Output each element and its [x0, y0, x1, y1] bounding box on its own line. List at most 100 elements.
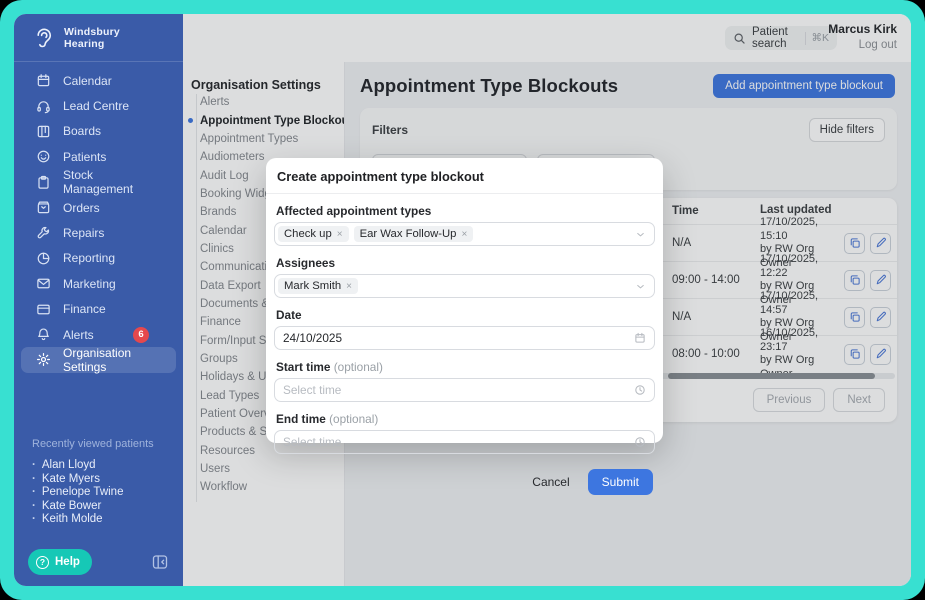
- submit-button[interactable]: Submit: [587, 469, 653, 495]
- remove-tag-icon[interactable]: ×: [337, 229, 343, 240]
- gear-icon: [36, 352, 51, 367]
- clock-icon: [634, 384, 646, 396]
- sidebar-item-label: Reporting: [63, 251, 116, 266]
- patient-name: Kate Bower: [41, 499, 102, 512]
- sidebar-item-alerts[interactable]: Alerts 6: [14, 322, 175, 347]
- start-time-label: Start time (optional): [276, 360, 653, 374]
- sidebar-item-boards[interactable]: Boards: [14, 119, 175, 144]
- chevron-down-icon: [635, 281, 646, 292]
- brand-line2: Hearing: [64, 37, 105, 50]
- box-icon: [36, 200, 51, 215]
- tag-label: Ear Wax Follow-Up: [359, 228, 457, 240]
- optional-hint: (optional): [329, 412, 379, 426]
- label-text: End time: [276, 412, 326, 426]
- sidebar-item-repairs[interactable]: Repairs: [14, 220, 175, 245]
- end-time-label: End time (optional): [276, 412, 653, 426]
- patient-name: Penelope Twine: [41, 486, 124, 498]
- modal-divider: [266, 193, 663, 194]
- modal-title: Create appointment type blockout: [277, 169, 484, 184]
- smiley-icon: [36, 149, 51, 164]
- start-time-input[interactable]: Select time: [274, 378, 655, 402]
- label-text: Affected appointment types: [276, 204, 432, 218]
- sidebar-item-stock-management[interactable]: Stock Management: [14, 168, 175, 197]
- label-text: Assignees: [276, 256, 336, 270]
- patient-name: Kate Myers: [41, 472, 101, 485]
- sidebar-item-organisation-settings[interactable]: Organisation Settings: [21, 346, 176, 374]
- pie-chart-icon: [36, 251, 51, 266]
- credit-card-icon: [36, 302, 51, 317]
- tag-label: Mark Smith: [284, 280, 342, 292]
- modal-footer: Cancel Submit: [274, 469, 655, 495]
- date-input[interactable]: 24/10/2025: [274, 326, 655, 350]
- remove-tag-icon[interactable]: ×: [346, 281, 352, 292]
- clipboard-icon: [36, 175, 51, 190]
- label-text: Date: [276, 308, 302, 322]
- sidebar-item-label: Alerts: [63, 327, 94, 342]
- wrench-icon: [36, 226, 51, 241]
- start-time-placeholder: Select time: [283, 383, 342, 397]
- recent-patient-link[interactable]: Penelope Twine: [32, 486, 165, 500]
- end-time-placeholder: Select time: [283, 435, 342, 449]
- cancel-button[interactable]: Cancel: [532, 475, 569, 489]
- sidebar-item-lead-centre[interactable]: Lead Centre: [14, 93, 175, 118]
- recent-patient-link[interactable]: Kate Myers: [32, 473, 165, 487]
- patient-name: Alan Lloyd: [41, 459, 96, 471]
- selected-tag: Ear Wax Follow-Up ×: [353, 226, 474, 242]
- label-text: Start time: [276, 360, 331, 374]
- chevron-down-icon: [635, 229, 646, 240]
- brand-name: Windsbury Hearing: [64, 26, 120, 50]
- selected-tag: Mark Smith ×: [278, 278, 358, 294]
- assignees-label: Assignees: [276, 256, 653, 270]
- recently-viewed-patients: Recently viewed patients Alan Lloyd Kate…: [14, 438, 183, 527]
- sidebar-item-label: Stock Management: [63, 168, 134, 197]
- help-button[interactable]: ? Help: [28, 549, 92, 575]
- end-time-input[interactable]: Select time: [274, 430, 655, 454]
- date-label: Date: [276, 308, 653, 322]
- assignees-multiselect[interactable]: Mark Smith ×: [274, 274, 655, 298]
- remove-tag-icon[interactable]: ×: [461, 229, 467, 240]
- envelope-icon: [36, 276, 51, 291]
- app-window: Patient search ⌘K Marcus Kirk Log out Or…: [14, 14, 911, 586]
- question-mark-icon: ?: [36, 555, 49, 569]
- collapse-sidebar-icon[interactable]: [151, 553, 169, 571]
- sidebar-item-label: Boards: [63, 124, 102, 139]
- calendar-icon: [634, 332, 646, 344]
- alerts-badge: 6: [133, 326, 149, 343]
- sidebar-item-finance[interactable]: Finance: [14, 297, 175, 322]
- clock-icon: [634, 436, 646, 448]
- app-frame: Patient search ⌘K Marcus Kirk Log out Or…: [0, 0, 925, 600]
- sidebar-item-label: Patients: [63, 149, 107, 164]
- primary-sidebar: Windsbury Hearing Calendar Lead Centre B…: [14, 14, 183, 586]
- create-blockout-modal: Create appointment type blockout Affecte…: [266, 158, 663, 495]
- sidebar-item-label: Orders: [63, 200, 100, 215]
- sidebar-item-label: Marketing: [63, 276, 116, 291]
- sidebar-item-orders[interactable]: Orders: [14, 195, 175, 220]
- recent-patient-link[interactable]: Alan Lloyd: [32, 459, 165, 473]
- board-icon: [36, 124, 51, 139]
- date-value: 24/10/2025: [283, 331, 343, 345]
- sidebar-item-label: Calendar: [63, 73, 112, 88]
- recent-patient-link[interactable]: Keith Molde: [32, 513, 165, 527]
- brand-line1: Windsbury: [64, 25, 120, 38]
- sidebar-item-label: Lead Centre: [63, 99, 130, 114]
- brand-logo: Windsbury Hearing: [14, 14, 183, 62]
- sidebar-item-label: Organisation Settings: [63, 346, 132, 374]
- primary-nav: Calendar Lead Centre Boards Patients Sto…: [14, 62, 183, 374]
- selected-tag: Check up ×: [278, 226, 349, 242]
- sidebar-item-marketing[interactable]: Marketing: [14, 271, 175, 296]
- appointment-types-label: Affected appointment types: [276, 204, 653, 218]
- recent-patient-link[interactable]: Kate Bower: [32, 500, 165, 514]
- bell-icon: [36, 327, 51, 342]
- sidebar-item-label: Repairs: [63, 226, 105, 241]
- recent-patients-title: Recently viewed patients: [32, 438, 154, 450]
- help-label: Help: [55, 556, 80, 568]
- sidebar-item-reporting[interactable]: Reporting: [14, 246, 175, 271]
- sidebar-footer: ? Help: [14, 538, 183, 586]
- sidebar-item-calendar[interactable]: Calendar: [14, 68, 175, 93]
- sidebar-item-patients[interactable]: Patients: [14, 144, 175, 169]
- appointment-types-multiselect[interactable]: Check up × Ear Wax Follow-Up ×: [274, 222, 655, 246]
- patient-name: Keith Molde: [41, 513, 103, 525]
- tag-label: Check up: [284, 228, 332, 240]
- headset-icon: [36, 99, 51, 114]
- sidebar-item-label: Finance: [63, 302, 106, 317]
